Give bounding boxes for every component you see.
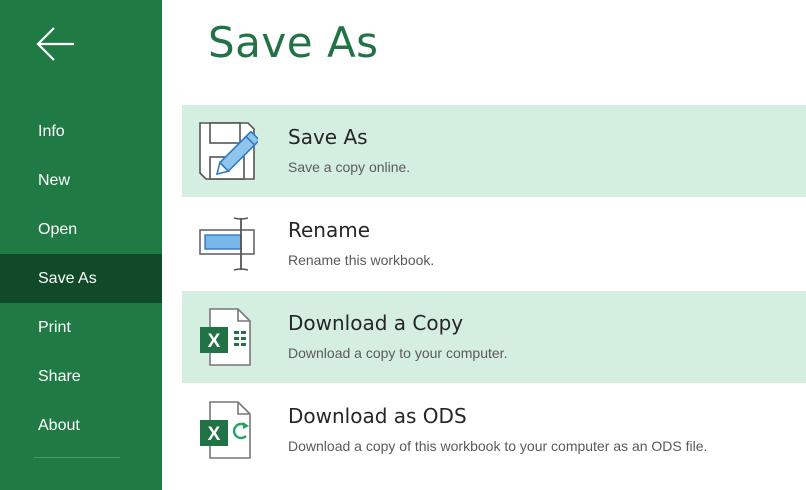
svg-text:X: X [208,331,221,352]
nav-item-about[interactable]: About [0,401,162,450]
page-title: Save As [208,18,379,67]
nav-item-new[interactable]: New [0,156,162,205]
option-title: Save As [288,125,368,149]
svg-text:X: X [208,424,221,445]
option-save-as[interactable]: Save As Save a copy online. [182,105,806,197]
arrow-left-icon [36,27,74,61]
backstage-nav: Info New Open Save As Print Share About [0,107,162,450]
option-description: Save a copy online. [288,159,411,175]
option-description: Rename this workbook. [288,252,435,268]
option-title: Download as ODS [288,404,467,428]
backstage-view: Info New Open Save As Print Share About … [0,0,806,490]
option-download-ods[interactable]: X Download as ODS Download a copy of thi… [182,384,806,476]
nav-item-info[interactable]: Info [0,107,162,156]
option-rename[interactable]: Rename Rename this workbook. [182,198,806,290]
option-title: Rename [288,218,371,242]
option-title: Download a Copy [288,311,464,335]
nav-item-share[interactable]: Share [0,352,162,401]
backstage-sidebar: Info New Open Save As Print Share About [0,0,162,490]
option-download-copy[interactable]: X Download a Copy Download a copy to you… [182,291,806,383]
floppy-pencil-icon [196,121,260,183]
nav-item-open[interactable]: Open [0,205,162,254]
nav-divider [34,457,120,458]
option-description: Download a copy of this workbook to your… [288,438,708,454]
main-panel: Save As Save As Save a copy online. Rena… [162,0,806,490]
excel-file-icon: X [196,307,258,369]
back-button[interactable] [34,24,78,64]
nav-item-print[interactable]: Print [0,303,162,352]
save-options-list: Save As Save a copy online. Rename Renam… [182,105,806,477]
excel-ods-file-icon: X [196,400,258,462]
nav-item-save-as[interactable]: Save As [0,254,162,303]
rename-icon [196,214,258,276]
option-description: Download a copy to your computer. [288,345,508,361]
